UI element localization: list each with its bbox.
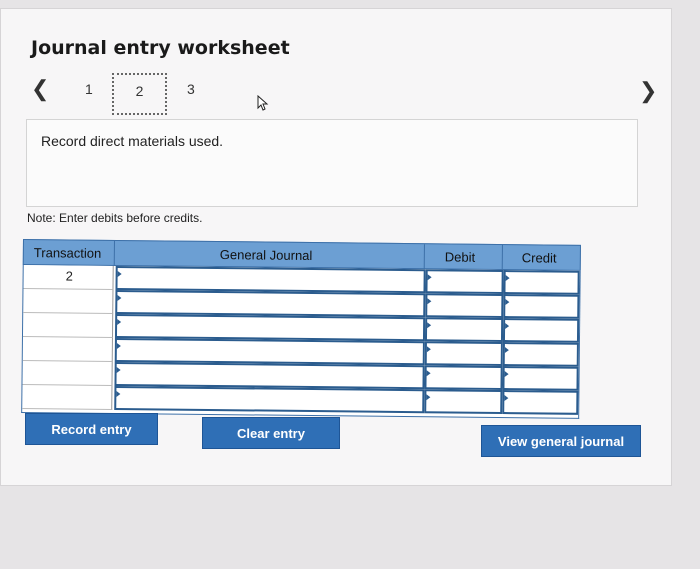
worksheet-panel: Journal entry worksheet ❮ 1 2 3 ❯ Record… — [0, 8, 672, 486]
debit-input[interactable] — [424, 365, 503, 391]
account-input[interactable] — [115, 289, 426, 318]
step-tab-1[interactable]: 1 — [85, 81, 93, 97]
transaction-cell — [22, 313, 114, 338]
transaction-cell: 2 — [23, 265, 114, 290]
credit-input[interactable] — [502, 318, 580, 343]
debit-input[interactable] — [424, 389, 503, 415]
page-title: Journal entry worksheet — [31, 37, 290, 59]
table-body: 2 — [21, 264, 581, 419]
credit-input[interactable] — [503, 270, 580, 295]
prev-arrow-icon[interactable]: ❮ — [31, 78, 49, 100]
transaction-cell — [23, 289, 114, 314]
credit-input[interactable] — [502, 366, 579, 391]
debit-input[interactable] — [425, 293, 504, 319]
clear-entry-button[interactable]: Clear entry — [202, 417, 340, 449]
credit-input[interactable] — [502, 342, 579, 367]
col-debit: Debit — [444, 249, 476, 265]
next-arrow-icon[interactable]: ❯ — [639, 80, 657, 102]
mouse-cursor-icon — [257, 95, 269, 111]
account-input[interactable] — [114, 313, 426, 342]
col-credit: Credit — [521, 250, 557, 266]
debit-input[interactable] — [424, 317, 504, 343]
account-input[interactable] — [114, 385, 425, 414]
transaction-cell — [22, 361, 113, 386]
credit-input[interactable] — [502, 390, 579, 415]
col-general-journal: General Journal — [219, 247, 313, 264]
account-input[interactable] — [115, 265, 426, 294]
col-transaction: Transaction — [33, 245, 102, 261]
transaction-cell — [22, 385, 113, 410]
step-tab-2[interactable]: 2 — [112, 73, 167, 115]
debit-input[interactable] — [425, 269, 504, 295]
step-tab-3[interactable]: 3 — [187, 81, 195, 97]
instruction-box: Record direct materials used. — [26, 119, 638, 207]
instruction-text: Record direct materials used. — [41, 133, 224, 149]
note-text: Note: Enter debits before credits. — [27, 211, 203, 225]
view-general-journal-button[interactable]: View general journal — [481, 425, 641, 457]
credit-input[interactable] — [503, 294, 580, 319]
account-input[interactable] — [114, 361, 425, 390]
transaction-cell — [22, 337, 113, 362]
journal-table: Transaction General Journal Debit Credit… — [21, 239, 583, 421]
debit-input[interactable] — [424, 341, 503, 367]
record-entry-button[interactable]: Record entry — [25, 413, 158, 445]
account-input[interactable] — [114, 337, 425, 366]
table-row — [22, 385, 579, 415]
